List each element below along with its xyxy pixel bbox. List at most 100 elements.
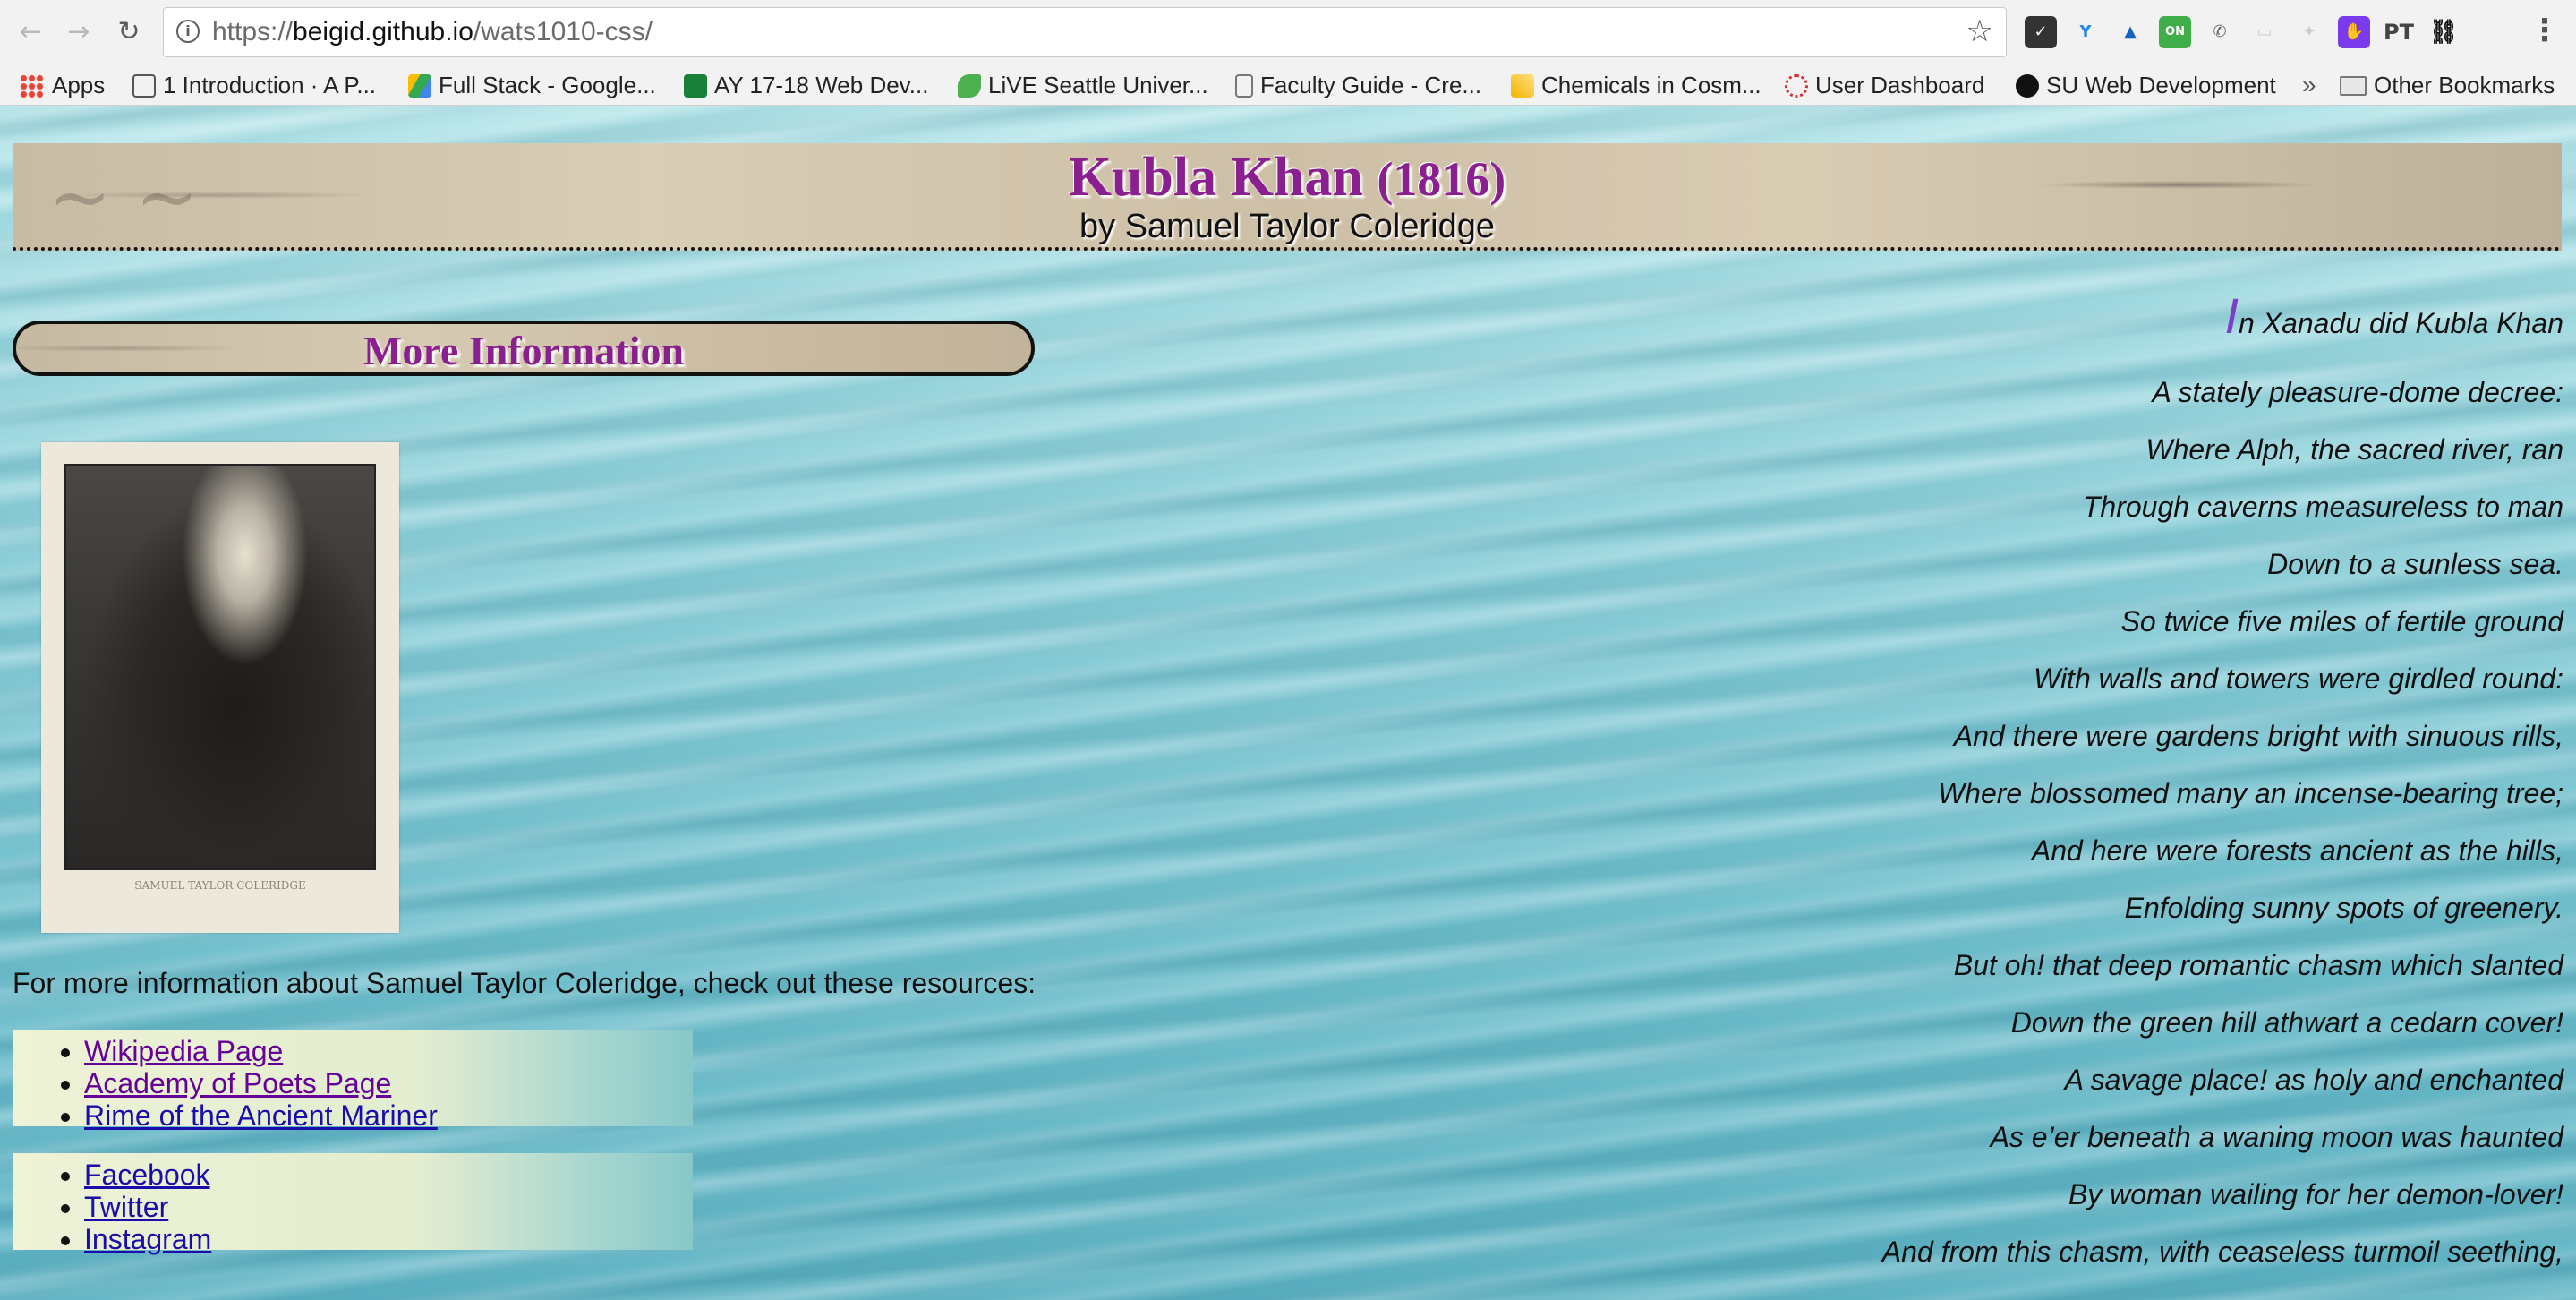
dashboard-icon bbox=[1785, 74, 1808, 98]
poem-line: Where Alph, the sacred river, ran bbox=[2145, 433, 2563, 466]
portrait-engraving bbox=[64, 464, 376, 870]
poem-line: But oh! that deep romantic chasm which s… bbox=[1953, 949, 2563, 981]
pin-icon[interactable]: ✦ bbox=[2293, 16, 2325, 48]
pt-icon[interactable]: PT bbox=[2383, 16, 2415, 48]
social-links-box: Facebook Twitter Instagram bbox=[13, 1153, 693, 1255]
bookmark-apps[interactable]: Apps bbox=[20, 70, 105, 100]
poem-line: And from this chasm, with ceaseless turm… bbox=[1881, 1236, 2563, 1268]
poem-line: And there were gardens bright with sinuo… bbox=[1953, 720, 2563, 752]
poem-line: Enfolding sunny spots of greenery. bbox=[2124, 892, 2563, 924]
list-item: Wikipedia Page bbox=[84, 1035, 693, 1067]
link-icon[interactable]: ⛓ bbox=[2427, 16, 2460, 48]
browser-menu-icon[interactable]: ⋮ bbox=[2529, 13, 2560, 48]
more-bookmarks-chevron-icon[interactable]: » bbox=[2302, 70, 2316, 100]
url-path: /wats1010-css/ bbox=[473, 17, 653, 47]
poem-line: A savage place! as holy and enchanted bbox=[2064, 1064, 2563, 1096]
wikipedia-link[interactable]: Wikipedia Page bbox=[84, 1035, 283, 1067]
drop-cap: I bbox=[2224, 287, 2239, 344]
bookmark-label: 1 Introduction · A P... bbox=[163, 72, 377, 98]
y-icon[interactable]: Y bbox=[2069, 16, 2102, 48]
apps-grid-icon bbox=[20, 74, 43, 98]
chemicals-icon bbox=[1511, 74, 1534, 98]
more-information-heading: More Information bbox=[363, 328, 685, 373]
bookmark-label: Apps bbox=[52, 72, 106, 98]
url-host: beigid.github.io bbox=[293, 17, 473, 47]
list-item: Twitter bbox=[84, 1191, 693, 1223]
forward-arrow-icon[interactable]: → bbox=[61, 14, 97, 50]
list-item: Instagram bbox=[84, 1223, 693, 1255]
browser-toolbar: ← → ↻ i https://beigid.github.io/wats101… bbox=[0, 0, 2576, 65]
list-item: Facebook bbox=[84, 1159, 693, 1191]
folder-icon bbox=[2340, 76, 2367, 96]
bookmark-item[interactable]: AY 17-18 Web Dev... bbox=[684, 70, 928, 100]
bookmark-item[interactable]: LiVE Seattle Univer... bbox=[958, 70, 1208, 100]
back-arrow-icon[interactable]: ← bbox=[13, 14, 48, 50]
github-icon bbox=[2016, 74, 2039, 98]
bookmark-star-icon[interactable]: ☆ bbox=[1966, 13, 1993, 49]
header-banner: ~ ~ Kubla Khan (1816) by Samuel Taylor C… bbox=[13, 143, 2562, 251]
bookmark-label: Full Stack - Google... bbox=[439, 72, 656, 98]
poem-line: As e’er beneath a waning moon was haunte… bbox=[1990, 1121, 2563, 1153]
poem-text: In Xanadu did Kubla Khan A stately pleas… bbox=[1400, 283, 2563, 1280]
facebook-link[interactable]: Facebook bbox=[84, 1159, 210, 1191]
poem-line: Down the green hill athwart a cedarn cov… bbox=[2010, 1006, 2563, 1039]
address-bar[interactable]: i https://beigid.github.io/wats1010-css/… bbox=[163, 7, 2007, 57]
bookmark-item[interactable]: 1 Introduction · A P... bbox=[132, 70, 376, 100]
resources-intro: For more information about Samuel Taylor… bbox=[13, 967, 1036, 999]
bookmark-label: LiVE Seattle Univer... bbox=[988, 72, 1208, 98]
book-icon bbox=[132, 74, 156, 98]
resource-links-list: Wikipedia Page Academy of Poets Page Rim… bbox=[13, 1030, 693, 1132]
bookmark-label: Chemicals in Cosm... bbox=[1541, 72, 1761, 98]
bookmark-label: User Dashboard bbox=[1815, 72, 1985, 98]
bookmark-item[interactable]: Chemicals in Cosm... bbox=[1511, 70, 1761, 100]
poem-line: Through caverns measureless to man bbox=[2082, 491, 2563, 523]
coleridge-portrait: SAMUEL TAYLOR COLERIDGE bbox=[41, 442, 399, 933]
academy-of-poets-link[interactable]: Academy of Poets Page bbox=[84, 1067, 391, 1099]
poem-title: Kubla Khan bbox=[1068, 147, 1363, 208]
portrait-caption: SAMUEL TAYLOR COLERIDGE bbox=[134, 879, 306, 892]
page-viewport: ~ ~ Kubla Khan (1816) by Samuel Taylor C… bbox=[0, 106, 2576, 1300]
twitter-link[interactable]: Twitter bbox=[84, 1191, 168, 1223]
url-text[interactable]: https://beigid.github.io/wats1010-css/ bbox=[212, 17, 653, 47]
social-links-list: Facebook Twitter Instagram bbox=[13, 1153, 693, 1255]
other-bookmarks[interactable]: Other Bookmarks bbox=[2340, 70, 2555, 100]
poem-line: By woman wailing for her demon-lover! bbox=[2068, 1178, 2563, 1210]
bookmark-item[interactable]: User Dashboard bbox=[1785, 70, 1984, 100]
site-info-icon[interactable]: i bbox=[176, 20, 200, 43]
poem-line: In Xanadu did Kubla Khan bbox=[1400, 283, 2563, 363]
bookmark-label: SU Web Development bbox=[2046, 72, 2276, 98]
poem-line-text: n Xanadu did Kubla Khan bbox=[2239, 307, 2563, 339]
poem-line: With walls and towers were girdled round… bbox=[2034, 663, 2563, 695]
bookmark-item[interactable]: SU Web Development bbox=[2016, 70, 2276, 100]
drive-icon[interactable]: ▲ bbox=[2114, 16, 2146, 48]
google-drive-icon bbox=[408, 74, 431, 98]
byline: by Samuel Taylor Coleridge bbox=[1079, 208, 1495, 245]
sheets-icon bbox=[684, 74, 707, 98]
poem-line: And here were forests ancient as the hil… bbox=[2031, 834, 2563, 867]
poem-lines: A stately pleasure-dome decree: Where Alp… bbox=[1400, 363, 2563, 1280]
bookmark-item[interactable]: Faculty Guide - Cre... bbox=[1235, 70, 1481, 100]
resource-links-box: Wikipedia Page Academy of Poets Page Rim… bbox=[13, 1030, 693, 1132]
poem-line: Where blossomed many an incense-bearing … bbox=[1937, 777, 2563, 809]
hand-icon[interactable]: ✋ bbox=[2338, 16, 2370, 48]
chat-icon[interactable]: ▭ bbox=[2248, 16, 2281, 48]
leaf-icon bbox=[958, 74, 981, 98]
url-scheme: https:// bbox=[212, 17, 294, 47]
bookmark-label: Faculty Guide - Cre... bbox=[1260, 72, 1482, 98]
bookmark-item[interactable]: Full Stack - Google... bbox=[408, 70, 656, 100]
reload-icon[interactable]: ↻ bbox=[111, 14, 147, 50]
megaphone-icon[interactable]: ✆ bbox=[2204, 16, 2236, 48]
poem-line: So twice five miles of fertile ground bbox=[2120, 605, 2563, 637]
more-information-box: More Information bbox=[13, 321, 1035, 376]
bookmark-label: AY 17-18 Web Dev... bbox=[714, 72, 929, 98]
checklist-icon[interactable]: ✓ bbox=[2025, 16, 2057, 48]
poem-line: Down to a sunless sea. bbox=[2267, 548, 2563, 580]
list-item: Academy of Poets Page bbox=[84, 1067, 693, 1099]
bookmark-label: Other Bookmarks bbox=[2374, 72, 2555, 98]
poem-year: (1816) bbox=[1377, 152, 1506, 206]
page-title: Kubla Khan (1816) bbox=[13, 143, 2562, 213]
instagram-link[interactable]: Instagram bbox=[84, 1223, 211, 1255]
rime-ancient-mariner-link[interactable]: Rime of the Ancient Mariner bbox=[84, 1099, 438, 1132]
page-icon bbox=[1235, 74, 1253, 98]
on-icon[interactable]: ON bbox=[2159, 16, 2191, 48]
